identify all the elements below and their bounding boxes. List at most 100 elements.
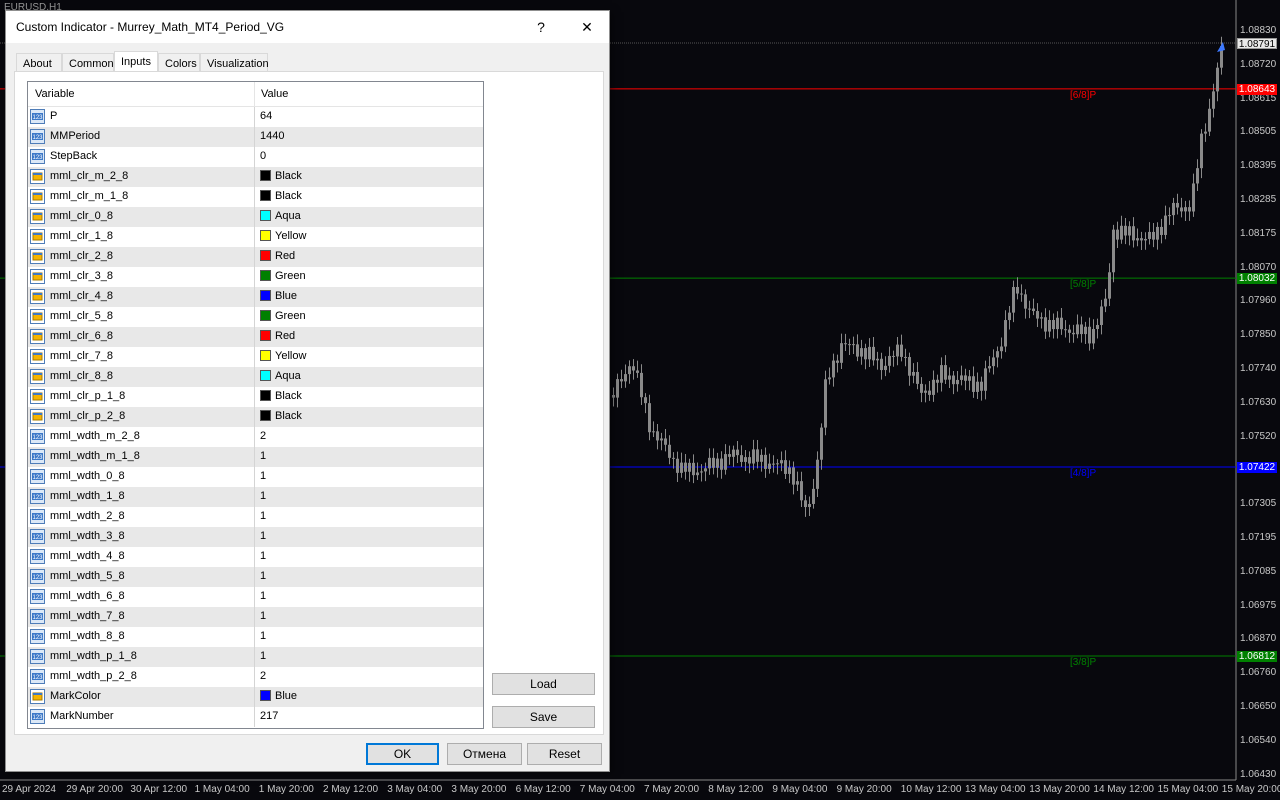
- param-row[interactable]: 123 MarkNumber 217: [28, 707, 483, 727]
- tab-colors[interactable]: Colors: [158, 53, 200, 72]
- svg-text:123: 123: [32, 615, 43, 621]
- help-button[interactable]: ?: [526, 15, 556, 39]
- param-row[interactable]: 123 mml_wdth_3_8 1: [28, 527, 483, 547]
- param-value[interactable]: 1: [260, 650, 266, 662]
- param-value[interactable]: Aqua: [260, 210, 301, 222]
- param-row[interactable]: 123 mml_wdth_6_8 1: [28, 587, 483, 607]
- param-value[interactable]: 1440: [260, 130, 284, 142]
- param-value[interactable]: 64: [260, 110, 272, 122]
- param-row[interactable]: 123 MMPeriod 1440: [28, 127, 483, 147]
- param-row[interactable]: 123 mml_wdth_p_1_8 1: [28, 647, 483, 667]
- param-name: mml_clr_7_8: [50, 350, 113, 362]
- param-value[interactable]: Green: [260, 270, 306, 282]
- tab-common[interactable]: Common: [62, 53, 114, 72]
- candle-body: [1036, 311, 1039, 319]
- candle-body: [896, 344, 899, 357]
- param-value[interactable]: Red: [260, 250, 295, 262]
- integer-param-icon: 123: [30, 469, 45, 484]
- param-value[interactable]: 217: [260, 710, 278, 722]
- column-header-value[interactable]: Value: [261, 88, 288, 100]
- close-button[interactable]: ✕: [572, 15, 602, 39]
- candle-body: [1020, 293, 1023, 295]
- param-row[interactable]: mml_clr_6_8 Red: [28, 327, 483, 347]
- param-row[interactable]: mml_clr_4_8 Blue: [28, 287, 483, 307]
- param-value[interactable]: Black: [260, 170, 302, 182]
- tab-about[interactable]: About: [16, 53, 62, 72]
- param-value[interactable]: 2: [260, 670, 266, 682]
- param-row[interactable]: mml_clr_m_2_8 Black: [28, 167, 483, 187]
- param-value[interactable]: Red: [260, 330, 295, 342]
- param-row[interactable]: 123 mml_wdth_4_8 1: [28, 547, 483, 567]
- param-row[interactable]: mml_clr_0_8 Aqua: [28, 207, 483, 227]
- param-row[interactable]: mml_clr_7_8 Yellow: [28, 347, 483, 367]
- param-row[interactable]: 123 mml_wdth_8_8 1: [28, 627, 483, 647]
- param-value[interactable]: Aqua: [260, 370, 301, 382]
- param-value[interactable]: 1: [260, 570, 266, 582]
- tab-inputs[interactable]: Inputs: [114, 51, 158, 72]
- param-value[interactable]: 1: [260, 550, 266, 562]
- param-value[interactable]: 1: [260, 490, 266, 502]
- param-row[interactable]: 123 P 64: [28, 107, 483, 127]
- param-value[interactable]: Green: [260, 310, 306, 322]
- candle-body: [748, 457, 751, 464]
- candle-body: [892, 355, 895, 357]
- candle-body: [924, 390, 927, 393]
- param-value[interactable]: 1: [260, 470, 266, 482]
- save-button[interactable]: Save: [492, 706, 595, 728]
- param-value[interactable]: Yellow: [260, 350, 306, 362]
- candle-body: [880, 358, 883, 371]
- param-value-text: Green: [275, 270, 306, 282]
- param-row[interactable]: 123 StepBack 0: [28, 147, 483, 167]
- param-row[interactable]: mml_clr_p_2_8 Black: [28, 407, 483, 427]
- param-row[interactable]: MarkColor Blue: [28, 687, 483, 707]
- param-row[interactable]: 123 mml_wdth_m_2_8 2: [28, 427, 483, 447]
- candle-body: [1208, 108, 1211, 132]
- param-value[interactable]: 2: [260, 430, 266, 442]
- candle-body: [744, 457, 747, 462]
- param-row[interactable]: mml_clr_8_8 Aqua: [28, 367, 483, 387]
- reset-button[interactable]: Reset: [527, 743, 602, 765]
- param-row[interactable]: 123 mml_wdth_5_8 1: [28, 567, 483, 587]
- candle-body: [776, 463, 779, 465]
- load-button[interactable]: Load: [492, 673, 595, 695]
- param-value[interactable]: Yellow: [260, 230, 306, 242]
- param-row[interactable]: mml_clr_5_8 Green: [28, 307, 483, 327]
- svg-text:123: 123: [32, 595, 43, 601]
- param-value[interactable]: Black: [260, 390, 302, 402]
- param-value-text: Aqua: [275, 210, 301, 222]
- param-value[interactable]: 1: [260, 450, 266, 462]
- candle-body: [732, 449, 735, 457]
- param-value[interactable]: Blue: [260, 690, 297, 702]
- tab-visualization[interactable]: Visualization: [200, 53, 269, 72]
- param-row[interactable]: mml_clr_m_1_8 Black: [28, 187, 483, 207]
- time-tick: 9 May 20:00: [836, 784, 892, 795]
- param-row[interactable]: 123 mml_wdth_0_8 1: [28, 467, 483, 487]
- param-value[interactable]: Black: [260, 190, 302, 202]
- param-name: mml_wdth_m_1_8: [50, 450, 140, 462]
- param-row[interactable]: 123 mml_wdth_m_1_8 1: [28, 447, 483, 467]
- param-row[interactable]: 123 mml_wdth_2_8 1: [28, 507, 483, 527]
- param-value[interactable]: 0: [260, 150, 266, 162]
- param-value[interactable]: Black: [260, 410, 302, 422]
- candle-body: [1008, 312, 1011, 321]
- param-row[interactable]: mml_clr_1_8 Yellow: [28, 227, 483, 247]
- time-tick: 1 May 04:00: [194, 784, 250, 795]
- param-value[interactable]: 1: [260, 610, 266, 622]
- column-header-variable[interactable]: Variable: [35, 88, 75, 100]
- param-row[interactable]: 123 mml_wdth_1_8 1: [28, 487, 483, 507]
- price-tick: 1.06760: [1240, 667, 1277, 679]
- param-value[interactable]: 1: [260, 510, 266, 522]
- param-row[interactable]: 123 mml_wdth_p_2_8 2: [28, 667, 483, 687]
- param-value[interactable]: 1: [260, 530, 266, 542]
- candle-body: [680, 462, 683, 473]
- param-value[interactable]: Blue: [260, 290, 297, 302]
- param-row[interactable]: 123 mml_wdth_7_8 1: [28, 607, 483, 627]
- param-value[interactable]: 1: [260, 590, 266, 602]
- ok-button[interactable]: OK: [366, 743, 439, 765]
- param-row[interactable]: mml_clr_3_8 Green: [28, 267, 483, 287]
- param-row[interactable]: mml_clr_2_8 Red: [28, 247, 483, 267]
- param-row[interactable]: mml_clr_p_1_8 Black: [28, 387, 483, 407]
- param-name: StepBack: [50, 150, 98, 162]
- param-value[interactable]: 1: [260, 630, 266, 642]
- cancel-button[interactable]: Отмена: [447, 743, 522, 765]
